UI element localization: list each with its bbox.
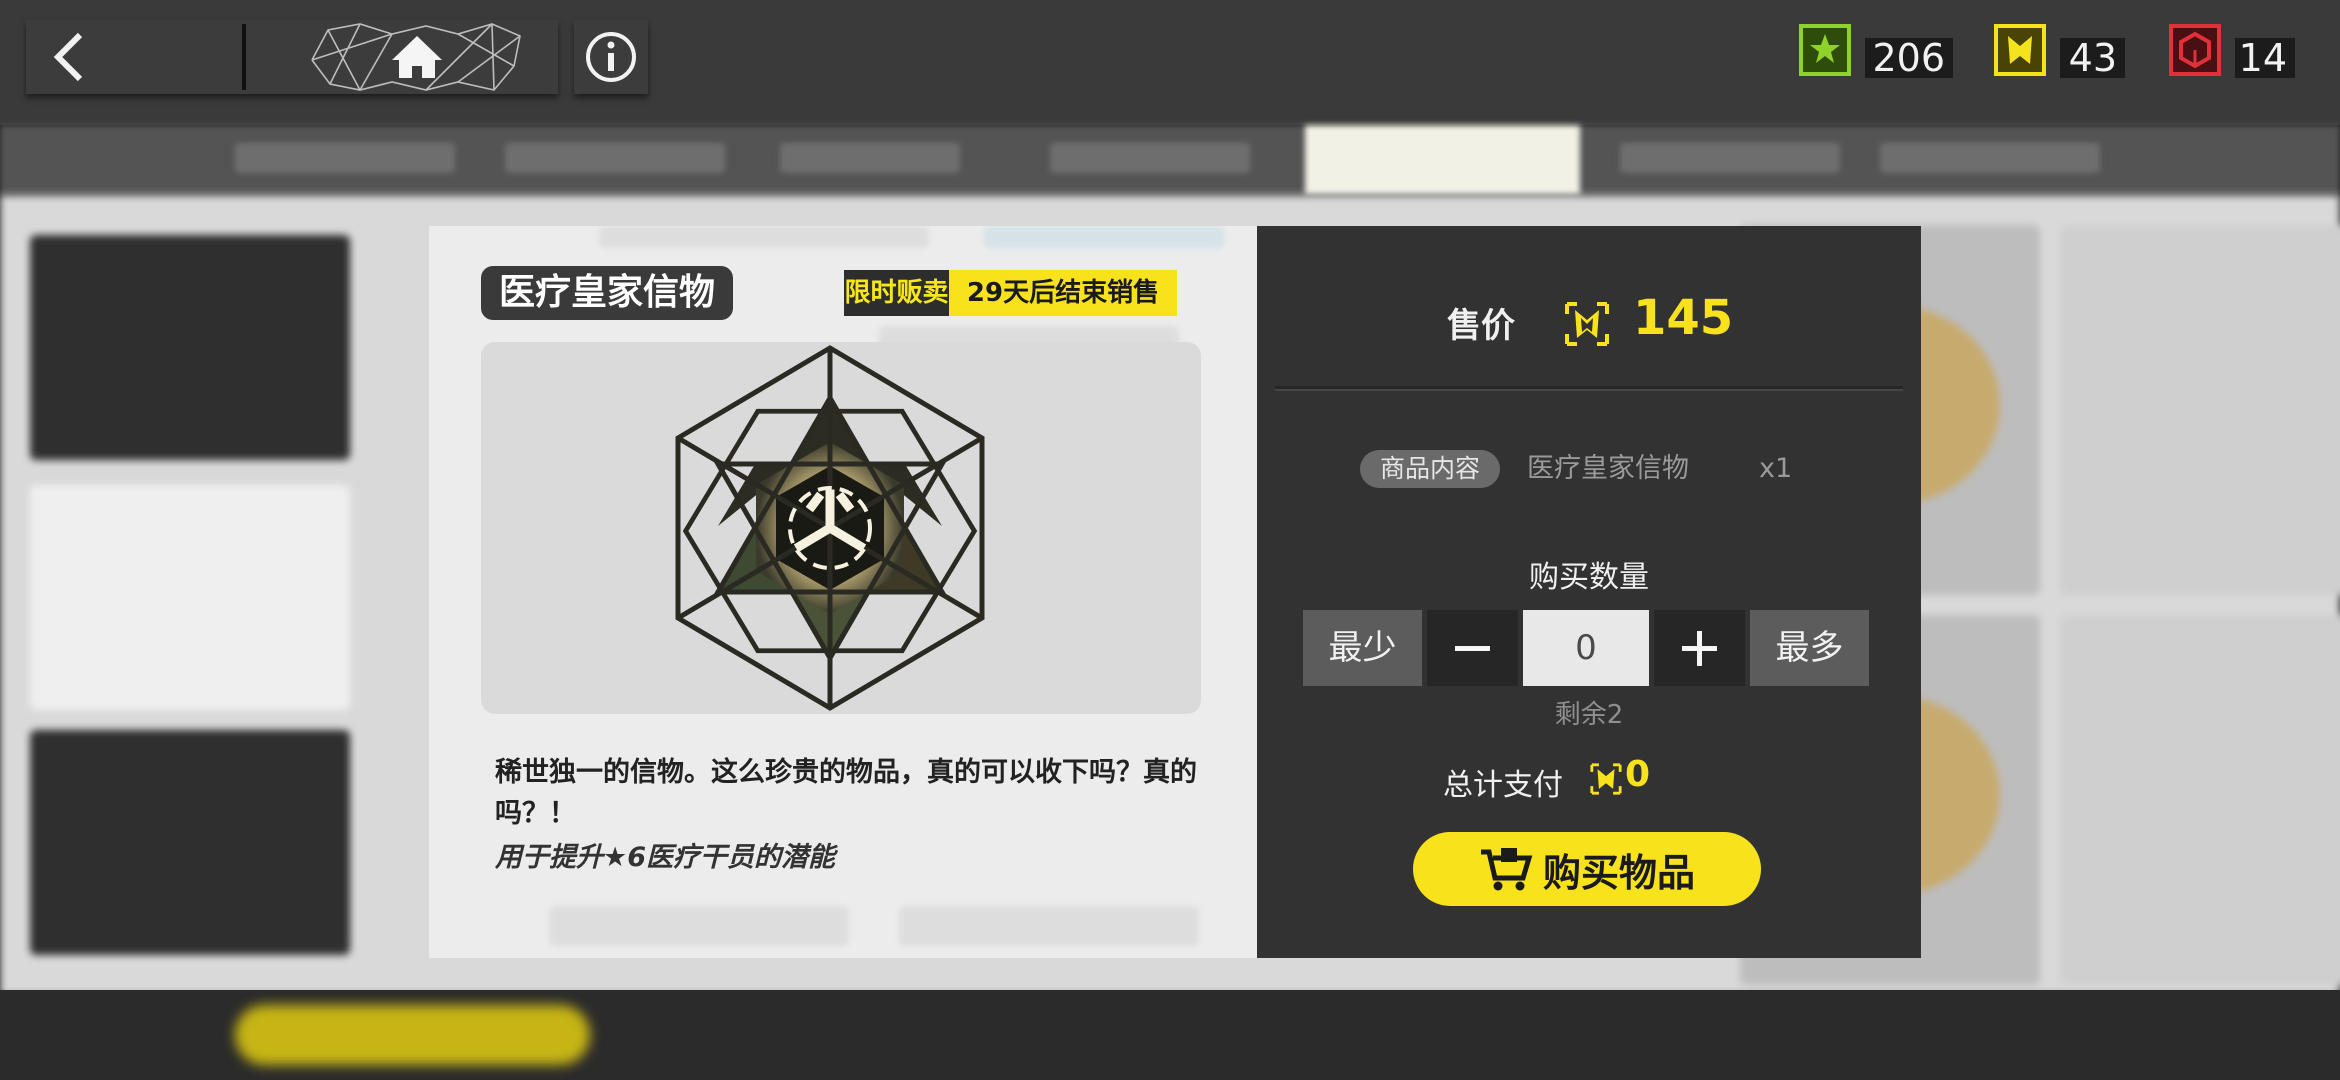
background-side-item (30, 730, 350, 955)
green-token-icon (1799, 24, 1851, 76)
chevron-left-icon (53, 32, 83, 82)
price-divider (1275, 386, 1903, 391)
background-card (2060, 225, 2340, 595)
quantity-label: 购买数量 (1529, 560, 1649, 595)
ghost-element (549, 906, 849, 946)
currency-red-value: 14 (2235, 38, 2295, 78)
currency-yellow-value: 43 (2060, 38, 2125, 78)
quantity-value[interactable]: 0 (1523, 610, 1649, 686)
background-tab (780, 143, 960, 173)
content-item-name: 医疗皇家信物 (1527, 453, 1689, 484)
min-quantity-button[interactable]: 最少 (1303, 610, 1422, 686)
info-icon (586, 32, 636, 82)
remaining-stock: 剩余2 (1554, 700, 1624, 730)
background-side-item (30, 485, 350, 710)
ghost-element (599, 226, 929, 248)
certificate-icon (1590, 763, 1622, 795)
item-description: 稀世独一的信物。这么珍贵的物品，真的可以收下吗？真的吗？！ (495, 757, 1197, 829)
background-tab-active (1305, 125, 1580, 195)
content-badge: 商品内容 (1360, 450, 1500, 488)
item-detail-panel: 医疗皇家信物 限时贩卖 29天后结束销售 稀世独一的信物。这么珍贵的物品，真的可… (429, 226, 1257, 958)
price-value: 145 (1633, 290, 1734, 346)
nav-divider (242, 24, 246, 90)
info-button[interactable] (574, 20, 648, 94)
nav-group (26, 20, 558, 94)
item-name: 医疗皇家信物 (481, 266, 734, 320)
increase-button[interactable] (1654, 610, 1745, 686)
ghost-element (984, 226, 1224, 248)
content-item-quantity: x1 (1759, 453, 1793, 484)
background-tab-bar (0, 125, 2340, 195)
item-image (481, 342, 1201, 714)
decrease-button[interactable] (1427, 610, 1518, 686)
max-quantity-button[interactable]: 最多 (1750, 610, 1869, 686)
sale-end-tag: 29天后结束销售 (949, 270, 1177, 316)
cart-icon (1480, 848, 1533, 891)
yellow-token-icon (1994, 24, 2046, 76)
limited-sale-tag: 限时贩卖 (844, 270, 949, 316)
back-button[interactable] (26, 20, 241, 94)
home-button[interactable] (308, 20, 526, 94)
purchase-panel: 售价 145 商品内容 医疗皇家信物 x1 购买数量 最少 0 最多 剩余2 总… (1257, 226, 1921, 958)
buy-button-label: 购买物品 (1542, 850, 1695, 895)
ghost-element (899, 906, 1199, 946)
background-tab (1620, 143, 1840, 173)
hexagram-token-icon (675, 345, 985, 711)
certificate-icon (1565, 302, 1609, 346)
home-icon (392, 36, 442, 78)
background-side-item (30, 235, 350, 460)
background-bottom-button (235, 1005, 590, 1065)
buy-button[interactable]: 购买物品 (1413, 832, 1761, 906)
price-label: 售价 (1447, 306, 1515, 346)
background-tab (1050, 143, 1250, 173)
background-tab (505, 143, 725, 173)
minus-icon (1455, 646, 1490, 651)
total-value: 0 (1625, 754, 1651, 795)
background-card (2060, 615, 2340, 985)
background-tab (235, 143, 455, 173)
item-usage-hint: 用于提升★6医疗干员的潜能 (495, 842, 835, 873)
red-token-icon (2169, 24, 2221, 76)
background-tab (1880, 143, 2100, 173)
total-label: 总计支付 (1443, 768, 1563, 803)
currency-green-value: 206 (1865, 38, 1953, 78)
